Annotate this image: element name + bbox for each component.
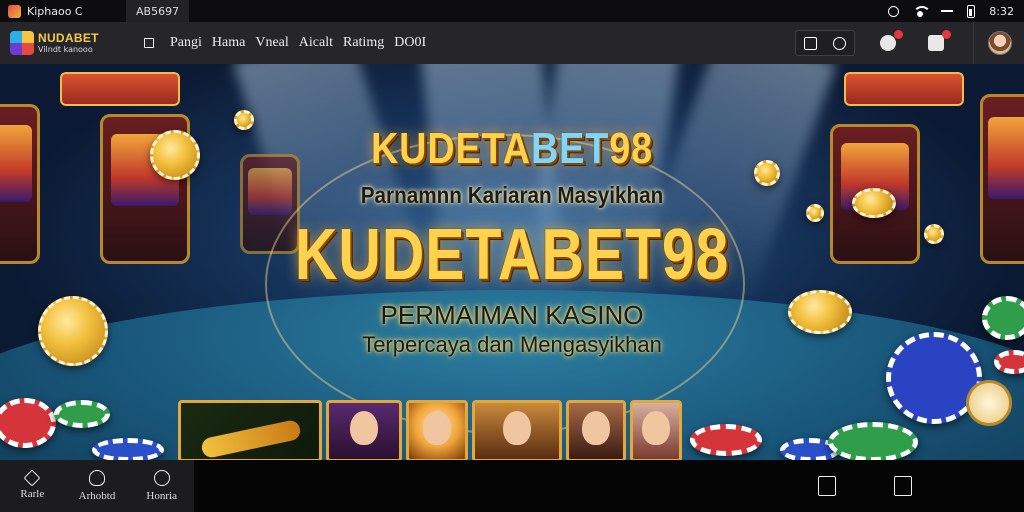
nav-item-1[interactable]: Pangi — [170, 35, 202, 51]
app-header: NUDABET Vilndt kanooo Pangi Hama Vneal A… — [0, 22, 1024, 64]
game-card[interactable] — [326, 400, 402, 460]
info-icon — [153, 470, 170, 486]
tool-group — [795, 30, 855, 56]
bulb-icon — [89, 470, 105, 486]
bottom-nav-label: Honria — [146, 490, 177, 502]
status-time: 8:32 — [989, 4, 1014, 18]
bell-icon — [880, 35, 896, 51]
game-thumbnails — [178, 400, 682, 460]
status-tab-label: AB5697 — [136, 4, 180, 18]
brand-name: NUDABET — [38, 31, 99, 45]
hero-subtitle-2: PERMAIMAN KASINO — [380, 300, 644, 330]
gift-button[interactable] — [925, 30, 951, 54]
grid-icon[interactable] — [804, 36, 817, 50]
game-card[interactable] — [406, 400, 468, 460]
hero-title-top-part2: BET — [530, 124, 610, 173]
hero-title-main: KUDETABET98 — [294, 215, 730, 295]
hero-banner[interactable]: KUDETABET98 Parnamnn Kariaran Masyikhan … — [0, 64, 1024, 460]
bottom-nav-item-2[interactable]: Arhobtd — [65, 460, 130, 512]
slot-machine — [0, 104, 40, 264]
nav-item-2[interactable]: Hama — [212, 35, 245, 51]
gift-icon — [928, 35, 944, 51]
notification-button[interactable] — [877, 30, 903, 54]
casino-sign-left — [60, 72, 180, 106]
brand-subtitle: Vilndt kanooo — [38, 45, 93, 54]
status-tab[interactable]: AB5697 — [126, 0, 190, 22]
menu-icon[interactable] — [144, 38, 154, 48]
poker-chip — [828, 422, 918, 460]
main-nav: Pangi Hama Vneal Aicalt Ratimg DO0I — [170, 35, 426, 51]
history-icon[interactable] — [833, 36, 846, 50]
bookmark-icon[interactable] — [818, 476, 836, 496]
logo-cube-icon — [10, 31, 34, 55]
home-icon — [23, 469, 41, 487]
game-card[interactable] — [472, 400, 562, 460]
hero-title-top: KUDETABET98 — [72, 124, 953, 174]
floating-action-button[interactable] — [966, 380, 1012, 426]
alarm-icon — [888, 5, 900, 17]
poker-chip — [690, 424, 762, 456]
hero-subtitle-3: Terpercaya dan Mengasyikhan — [362, 332, 662, 357]
nav-item-6[interactable]: DO0I — [394, 35, 426, 51]
bottom-nav-label: Rarle — [20, 488, 45, 500]
hero-subtitle-1: Parnamnn Kariaran Masyikhan — [360, 182, 664, 208]
battery-icon — [967, 4, 976, 18]
signal-icon — [941, 10, 954, 12]
notification-badge — [894, 30, 903, 39]
bottom-bar: Rarle Arhobtd Honria — [0, 460, 1024, 512]
nav-item-3[interactable]: Vneal — [255, 35, 288, 51]
bottom-nav-item-home[interactable]: Rarle — [0, 460, 65, 512]
bottom-nav-label: Arhobtd — [78, 490, 116, 502]
header-divider — [973, 22, 974, 64]
bottom-nav-item-3[interactable]: Honria — [129, 460, 194, 512]
hero-title-top-part3: 98 — [609, 124, 654, 173]
wifi-icon — [913, 6, 932, 17]
app-icon — [8, 4, 21, 18]
status-bar: Kiphaoo C AB5697 8:32 — [0, 0, 1024, 22]
casino-sign-right — [844, 72, 964, 106]
game-card[interactable] — [178, 400, 322, 460]
hero-title-top-part1: KUDETA — [370, 124, 531, 173]
brand-logo[interactable]: NUDABET Vilndt kanooo — [0, 31, 132, 55]
avatar[interactable] — [988, 31, 1012, 55]
slot-machine — [980, 94, 1024, 264]
poker-chip — [54, 400, 110, 428]
game-card[interactable] — [566, 400, 626, 460]
status-app-label: Kiphaoo C — [27, 4, 83, 18]
game-card[interactable] — [630, 400, 682, 460]
nav-item-5[interactable]: Ratimg — [343, 35, 384, 51]
gift-badge — [942, 30, 951, 39]
bottom-nav: Rarle Arhobtd Honria — [0, 460, 194, 512]
poker-chip — [92, 438, 164, 460]
share-icon[interactable] — [894, 476, 912, 496]
nav-item-4[interactable]: Aicalt — [299, 35, 333, 51]
